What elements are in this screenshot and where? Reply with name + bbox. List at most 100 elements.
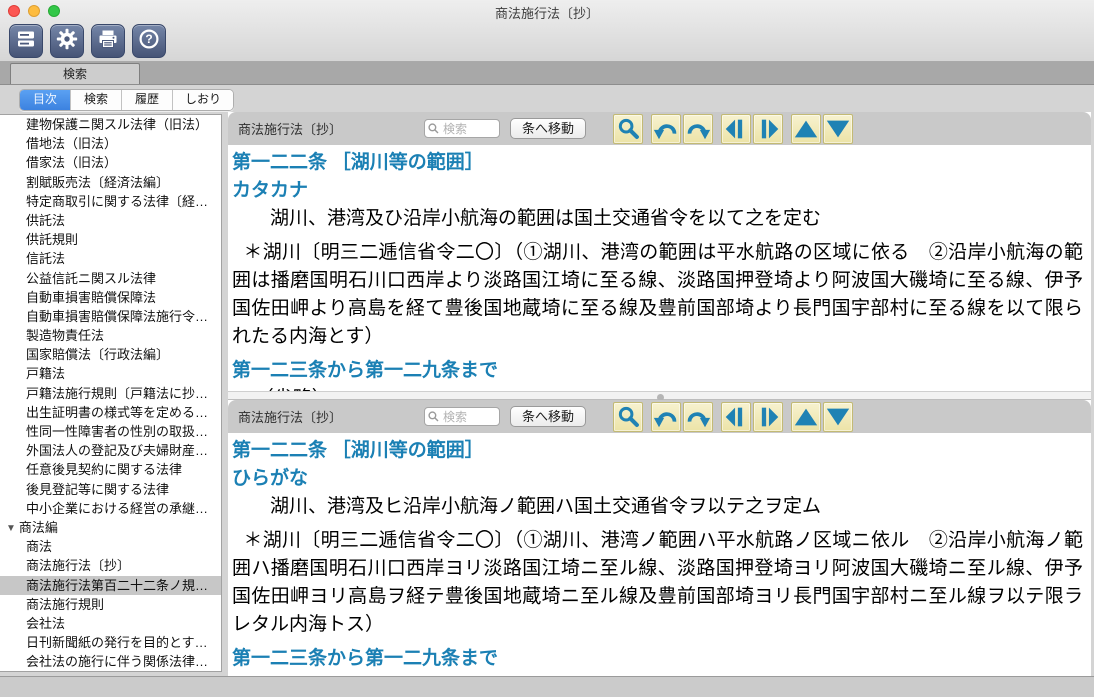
goto-article-button[interactable]: 条へ移動 <box>510 406 586 427</box>
find-button[interactable] <box>613 402 643 432</box>
pane-search-field[interactable] <box>424 407 500 426</box>
sidebar-item[interactable]: 公益信託ニ関スル法律 <box>0 269 221 288</box>
contents-view-button[interactable] <box>9 24 43 58</box>
sidebar-item[interactable]: 日刊新聞紙の発行を目的とす… <box>0 633 221 652</box>
sidebar-mode-segments: 目次 検索 履歴 しおり <box>19 89 234 111</box>
down-triangle-icon <box>824 115 852 143</box>
sidebar-item-label: 自動車損害賠償保障法施行令… <box>26 309 208 324</box>
sidebar-item-label: 戸籍法 <box>26 366 65 381</box>
scroll-up-button[interactable] <box>791 114 821 144</box>
sidebar-item[interactable]: 借地法（旧法） <box>0 134 221 153</box>
sidebar-item[interactable]: 戸籍法施行規則〔戸籍法に抄… <box>0 384 221 403</box>
pane-bottom-header: 商法施行法〔抄〕 条へ移動 <box>228 400 1091 433</box>
next-article-icon <box>754 403 782 431</box>
sidebar-item-label: 中小企業における経営の承継… <box>26 501 208 516</box>
segment-history[interactable]: 履歴 <box>122 90 173 110</box>
gear-icon <box>55 27 79 56</box>
sidebar-item[interactable]: 外国法人の登記及び夫婦財産… <box>0 441 221 460</box>
range-heading: 第一二三条から第一二九条まで <box>232 357 1083 385</box>
pane-top-document[interactable]: 第一二二条 ［湖川等の範囲］ カタカナ 湖川、港湾及ひ沿岸小航海の範囲は国土交通… <box>228 145 1091 391</box>
sidebar-item-label: 公益信託ニ関スル法律 <box>26 271 156 286</box>
prev-article-button[interactable] <box>721 402 751 432</box>
sidebar-item-label: 戸籍法施行規則〔戸籍法に抄… <box>26 386 208 401</box>
settings-button[interactable] <box>50 24 84 58</box>
segment-search[interactable]: 検索 <box>71 90 122 110</box>
history-forward-button[interactable] <box>683 114 713 144</box>
scroll-up-button[interactable] <box>791 402 821 432</box>
pane-splitter[interactable] <box>228 391 1091 400</box>
segment-toc[interactable]: 目次 <box>20 90 71 110</box>
help-button[interactable]: ? <box>132 24 166 58</box>
sidebar-item-label: 供託法 <box>26 213 65 228</box>
sidebar-item-label: 出生証明書の様式等を定める… <box>26 405 208 420</box>
goto-article-button[interactable]: 条へ移動 <box>510 118 586 139</box>
sidebar-item[interactable]: 特定商取引に関する法律〔経… <box>0 192 221 211</box>
sidebar-item[interactable]: 割賦販売法〔経済法編〕 <box>0 173 221 192</box>
prev-article-icon <box>722 403 750 431</box>
sidebar-item[interactable]: 会社法 <box>0 614 221 633</box>
curved-arrow-right-icon <box>684 403 712 431</box>
sidebar-item[interactable]: 借家法（旧法） <box>0 153 221 172</box>
scroll-down-button[interactable] <box>823 402 853 432</box>
next-article-button[interactable] <box>753 402 783 432</box>
sidebar-item[interactable]: 供託規則 <box>0 230 221 249</box>
sidebar-item-label: 特定商取引に関する法律〔経… <box>26 194 208 209</box>
sidebar-item[interactable]: 自動車損害賠償保障法施行令… <box>0 307 221 326</box>
sidebar-item[interactable]: 出生証明書の様式等を定める… <box>0 403 221 422</box>
document-tab-strip: 検索 <box>0 62 1094 85</box>
sidebar-item[interactable]: 信託法 <box>0 249 221 268</box>
sidebar-item[interactable]: 中小企業における経営の承継… <box>0 499 221 518</box>
pane-bottom-document[interactable]: 第一二二条 ［湖川等の範囲］ ひらがな 湖川、港湾及ヒ沿岸小航海ノ範囲ハ国土交通… <box>228 433 1091 673</box>
sidebar-group-header[interactable]: ▼商法編 <box>0 518 221 537</box>
scroll-down-button[interactable] <box>823 114 853 144</box>
next-article-button[interactable] <box>753 114 783 144</box>
next-article-icon <box>754 115 782 143</box>
curved-arrow-left-icon <box>652 115 680 143</box>
find-button[interactable] <box>613 114 643 144</box>
history-back-button[interactable] <box>651 114 681 144</box>
magnifier-icon <box>614 403 642 431</box>
sidebar-item[interactable]: 任意後見契約に関する法律 <box>0 460 221 479</box>
sidebar-item[interactable]: 性同一性障害者の性別の取扱… <box>0 422 221 441</box>
sidebar-item-label: 商法施行法第百二十二条ノ規… <box>26 578 208 593</box>
printer-icon <box>96 27 120 56</box>
pane-title: 商法施行法〔抄〕 <box>238 407 388 426</box>
curved-arrow-left-icon <box>652 403 680 431</box>
sidebar-item-label: 国家賠償法〔行政法編〕 <box>26 347 169 362</box>
svg-text:?: ? <box>145 32 152 46</box>
title-bar[interactable]: 商法施行法〔抄〕 <box>0 0 1094 22</box>
sidebar-item-label: 借地法（旧法） <box>26 136 117 151</box>
sidebar-item[interactable]: 会社法の施行に伴う関係法律… <box>0 652 221 671</box>
curved-arrow-right-icon <box>684 115 712 143</box>
prev-article-button[interactable] <box>721 114 751 144</box>
sidebar-item[interactable]: 後見登記等に関する法律 <box>0 480 221 499</box>
sidebar-item[interactable]: 自動車損害賠償保障法 <box>0 288 221 307</box>
sidebar-item[interactable]: 商法施行法第百二十二条ノ規… <box>0 576 221 595</box>
history-forward-button[interactable] <box>683 402 713 432</box>
script-label: ひらがな <box>232 465 1083 493</box>
article-body: 湖川、港湾及ヒ沿岸小航海ノ範囲ハ国土交通省令ヲ以テ之ヲ定ム <box>232 493 1083 521</box>
disclosure-triangle-icon[interactable]: ▼ <box>6 519 16 537</box>
sidebar-item[interactable]: 商法施行規則 <box>0 595 221 614</box>
window-chrome: 商法施行法〔抄〕 <box>0 0 1094 62</box>
magnifier-icon <box>614 115 642 143</box>
sidebar-item[interactable]: 供託法 <box>0 211 221 230</box>
document-list-icon <box>14 27 38 56</box>
sidebar-item[interactable]: 商法施行法〔抄〕 <box>0 556 221 575</box>
sidebar-item[interactable]: 製造物責任法 <box>0 326 221 345</box>
document-tab[interactable]: 検索 <box>10 63 140 84</box>
sidebar-item[interactable]: 商法 <box>0 537 221 556</box>
sidebar-item[interactable]: 戸籍法 <box>0 364 221 383</box>
window-title: 商法施行法〔抄〕 <box>0 3 1094 22</box>
print-button[interactable] <box>91 24 125 58</box>
sidebar-item[interactable]: 建物保護ニ関スル法律（旧法） <box>0 115 221 134</box>
pane-search-field[interactable] <box>424 119 500 138</box>
segment-bookmarks[interactable]: しおり <box>173 90 233 110</box>
sidebar-item[interactable]: 国家賠償法〔行政法編〕 <box>0 345 221 364</box>
range-heading: 第一二三条から第一二九条まで <box>232 645 1083 673</box>
article-heading: 第一二二条 ［湖川等の範囲］ <box>232 149 1083 177</box>
sidebar-list[interactable]: 建物保護ニ関スル法律（旧法） 借地法（旧法） 借家法（旧法）割賦販売法〔経済法編〕特… <box>0 114 222 672</box>
history-back-button[interactable] <box>651 402 681 432</box>
pane-top-header: 商法施行法〔抄〕 条へ移動 <box>228 112 1091 145</box>
pane-nav-icons <box>613 402 853 432</box>
